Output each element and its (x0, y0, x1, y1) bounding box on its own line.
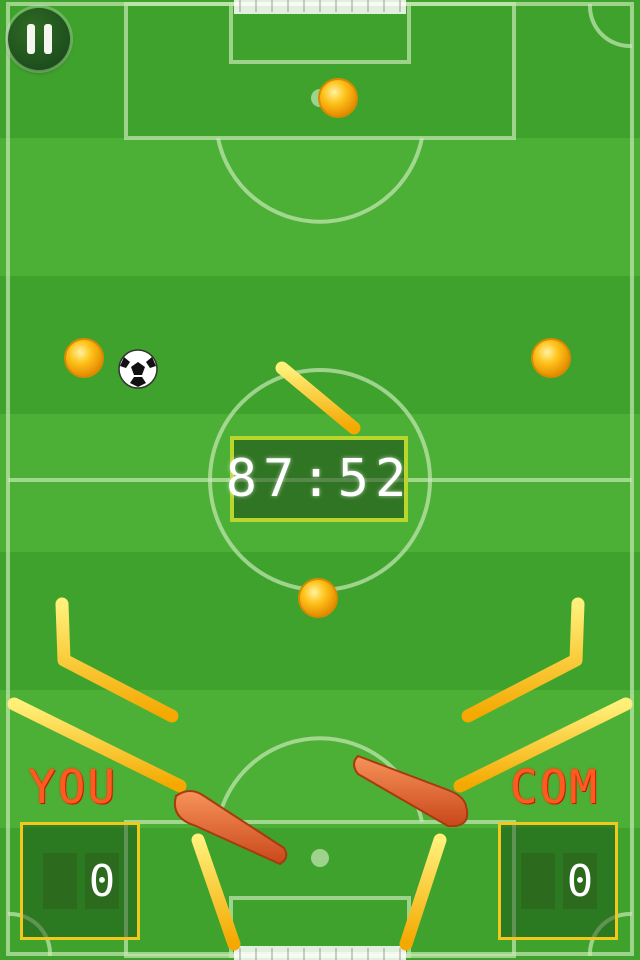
top-goal (234, 0, 406, 14)
pause-button[interactable] (8, 8, 70, 70)
bumper (298, 578, 338, 618)
player-label-com: COM (510, 760, 600, 814)
soccer-ball (118, 349, 158, 389)
grass-stripe (0, 0, 640, 138)
score-digit-placeholder (43, 853, 77, 909)
player-label-you: YOU (28, 760, 118, 814)
score-value-com: 0 (563, 853, 597, 909)
pause-icon (26, 24, 35, 54)
penalty-spot (311, 849, 329, 867)
bottom-goal (234, 946, 406, 960)
score-box-you: 0 (20, 822, 140, 940)
score-digit-placeholder (521, 853, 555, 909)
bumper (318, 78, 358, 118)
score-value-you: 0 (85, 853, 119, 909)
bumper (531, 338, 571, 378)
score-box-com: 0 (498, 822, 618, 940)
bumper (64, 338, 104, 378)
match-timer: 87:52 (226, 436, 408, 522)
timer-value: 87:52 (225, 449, 413, 509)
game-screen[interactable]: 87:52 YOU 0 COM 0 (0, 0, 640, 960)
pause-icon (43, 24, 52, 54)
